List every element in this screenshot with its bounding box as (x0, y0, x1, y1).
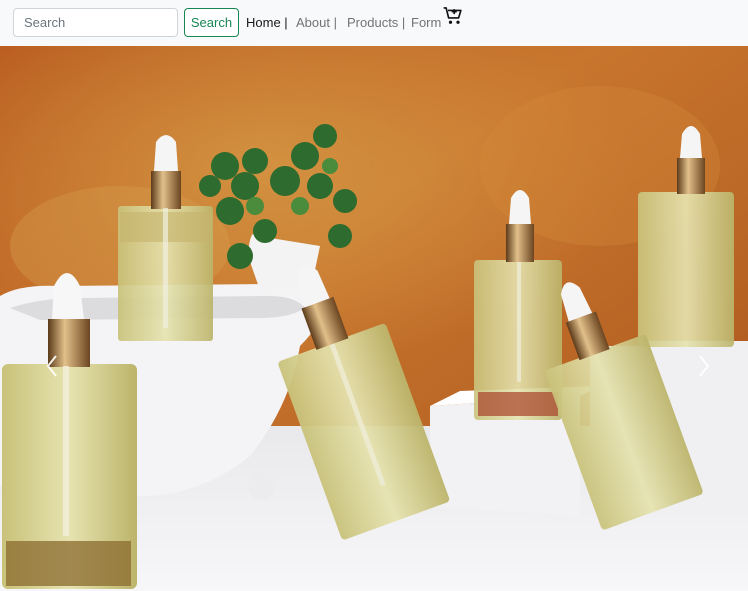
chevron-right-icon[interactable] (692, 346, 716, 386)
slide-image (0, 46, 748, 591)
navbar: Search Home | About | Products | Form (0, 0, 748, 46)
nav-link-products[interactable]: Products | (347, 15, 405, 30)
nav-link-about[interactable]: About | (296, 15, 337, 30)
chevron-left-icon[interactable] (40, 346, 64, 386)
cart-plus-icon[interactable] (443, 6, 463, 26)
carousel (0, 46, 748, 591)
nav-link-form[interactable]: Form (411, 15, 441, 30)
search-button[interactable]: Search (184, 8, 239, 37)
search-input[interactable] (13, 8, 178, 37)
nav-link-home[interactable]: Home | (246, 15, 288, 30)
